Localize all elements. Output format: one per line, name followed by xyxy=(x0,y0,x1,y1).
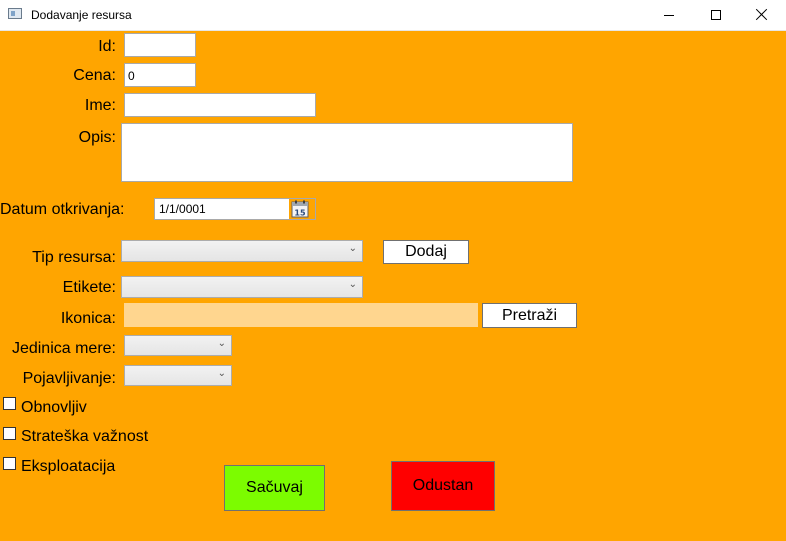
title-bar: Dodavanje resursa xyxy=(0,0,786,31)
cena-label: Cena: xyxy=(73,67,116,84)
ikonica-label: Ikonica: xyxy=(60,310,116,327)
window-title: Dodavanje resursa xyxy=(31,8,132,22)
minimize-button[interactable] xyxy=(647,0,693,30)
chevron-down-icon: ⌄ xyxy=(348,243,357,254)
opis-label: Opis: xyxy=(78,129,116,146)
obnovljiv-label: Obnovljiv xyxy=(21,399,87,416)
calendar-day: 15 xyxy=(294,209,306,218)
jedinica-mere-combo[interactable]: ⌄ xyxy=(124,335,232,356)
eksploatacija-label: Eksploatacija xyxy=(21,458,116,475)
chevron-down-icon: ⌄ xyxy=(217,338,226,349)
dodaj-button[interactable]: Dodaj xyxy=(383,240,469,264)
datum-value: 1/1/0001 xyxy=(159,202,206,216)
chevron-down-icon: ⌄ xyxy=(217,368,226,379)
sacuvaj-button[interactable]: Sačuvaj xyxy=(224,465,325,511)
pretrazi-button[interactable]: Pretraži xyxy=(482,303,577,328)
close-icon xyxy=(756,8,768,20)
eksploatacija-checkbox[interactable] xyxy=(3,457,16,470)
tip-resursa-combo[interactable]: ⌄ xyxy=(121,240,363,262)
minimize-icon xyxy=(664,15,674,16)
etikete-label: Etikete: xyxy=(62,279,116,296)
window-icon xyxy=(8,8,22,19)
pojavljivanje-label: Pojavljivanje: xyxy=(22,370,116,387)
etikete-combo[interactable]: ⌄ xyxy=(121,276,363,298)
chevron-down-icon: ⌄ xyxy=(348,279,357,290)
id-input[interactable] xyxy=(124,33,196,57)
cena-input[interactable]: 0 xyxy=(124,63,196,87)
odustan-button[interactable]: Odustan xyxy=(391,461,495,511)
maximize-button[interactable] xyxy=(693,0,739,30)
tip-resursa-label: Tip resursa: xyxy=(32,249,116,266)
pojavljivanje-combo[interactable]: ⌄ xyxy=(124,365,232,386)
id-label: Id: xyxy=(98,38,116,55)
jedinica-mere-label: Jedinica mere: xyxy=(11,340,116,357)
strateska-vaznost-checkbox[interactable] xyxy=(3,427,16,440)
ime-label: Ime: xyxy=(84,97,116,114)
calendar-icon[interactable]: 15 xyxy=(291,200,309,218)
ime-input[interactable] xyxy=(124,93,316,117)
datum-picker[interactable]: 1/1/0001 15 xyxy=(154,198,316,220)
strateska-vaznost-label: Strateška važnost xyxy=(21,428,149,445)
maximize-icon xyxy=(711,10,721,20)
close-button[interactable] xyxy=(739,0,785,30)
obnovljiv-checkbox[interactable] xyxy=(3,397,16,410)
opis-textarea[interactable] xyxy=(121,123,573,182)
datum-label: Datum otkrivanja: xyxy=(0,201,125,218)
ikonica-input[interactable] xyxy=(124,303,478,327)
form-area: Id: Cena: 0 Ime: Opis: Datum otkrivanja:… xyxy=(0,31,786,541)
